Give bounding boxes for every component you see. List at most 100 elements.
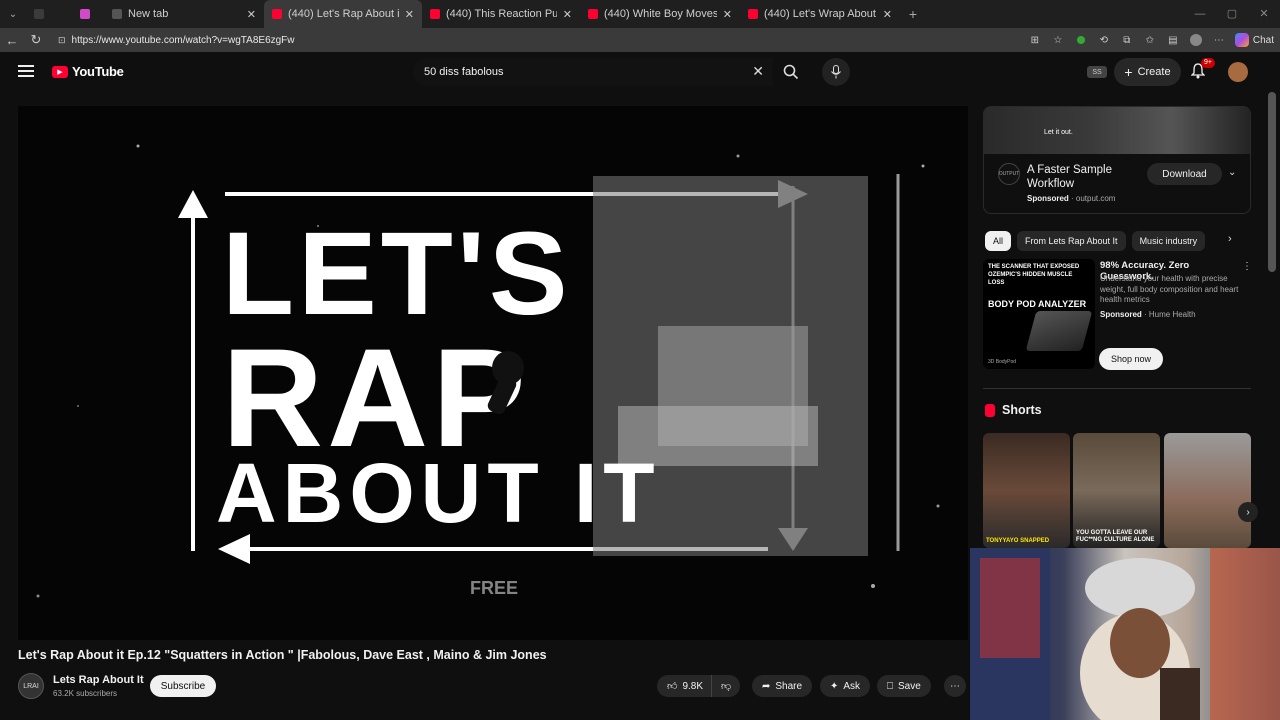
account-avatar[interactable] xyxy=(1228,62,1248,82)
close-window-icon[interactable]: ✕ xyxy=(1248,0,1280,28)
short-thumbnail[interactable]: TONYYAYO SNAPPED xyxy=(983,433,1070,548)
short-thumbnail[interactable] xyxy=(1164,433,1251,548)
extension-green-icon[interactable] xyxy=(1074,33,1088,47)
close-tab-icon[interactable]: ✕ xyxy=(723,8,732,21)
share-button[interactable]: ➦ Share xyxy=(752,675,813,697)
close-tab-icon[interactable]: ✕ xyxy=(563,8,572,21)
like-dislike-group: 👍︎ 9.8K 👎︎ xyxy=(657,675,741,697)
youtube-favicon-icon xyxy=(272,9,282,19)
short-caption: YOU GOTTA LEAVE OUR FUC**NG CULTURE ALON… xyxy=(1076,530,1155,543)
new-tab-plus-icon[interactable]: + xyxy=(900,0,926,28)
browser-toolbar: ← ↻ ⊡ https://www.youtube.com/watch?v=wg… xyxy=(0,28,1280,52)
copilot-icon xyxy=(1234,33,1249,47)
browser-tab[interactable]: (440) White Boy Moves in the Ho ✕ xyxy=(580,0,740,28)
subscribe-button[interactable]: Subscribe xyxy=(150,675,216,697)
video-player[interactable]: LET'S RAP ABOUT IT FREE xyxy=(18,106,968,640)
chip-all[interactable]: All xyxy=(985,231,1012,251)
collections-icon[interactable]: ▤ xyxy=(1166,33,1180,47)
profile-avatar-icon[interactable] xyxy=(1189,33,1203,47)
ad-options-icon[interactable]: ⋮ xyxy=(1242,261,1252,272)
plus-icon: + xyxy=(1124,64,1133,80)
extensions-puzzle-icon[interactable]: ⧉ xyxy=(1120,33,1134,47)
youtube-favicon-icon xyxy=(430,9,440,19)
tab-list-dropdown[interactable]: ⌄ xyxy=(0,0,26,28)
ad-title[interactable]: A Faster Sample Workflow xyxy=(1027,163,1137,191)
more-menu-icon[interactable]: ⋯ xyxy=(1212,33,1226,47)
share-arrow-icon: ➦ xyxy=(762,680,771,692)
close-tab-icon[interactable]: ✕ xyxy=(405,8,414,21)
art-ghost-text: FREE xyxy=(470,578,518,598)
extension-icon[interactable]: ⟲ xyxy=(1097,33,1111,47)
close-tab-icon[interactable]: ✕ xyxy=(247,8,256,21)
close-tab-icon[interactable]: ✕ xyxy=(883,8,892,21)
favorites-icon[interactable]: ✩ xyxy=(1143,33,1157,47)
ad-meta: Sponsored · output.com xyxy=(1027,194,1116,203)
browser-tab[interactable]: (440) Let's Wrap About It: Christm ✕ xyxy=(740,0,900,28)
ad-image-brand: 3D BodyPod xyxy=(988,359,1017,365)
tab-title: New tab xyxy=(128,8,169,20)
maximize-icon[interactable]: ▢ xyxy=(1216,0,1248,28)
chip-music-industry[interactable]: Music industry xyxy=(1131,231,1206,251)
back-arrow-icon[interactable]: ← xyxy=(0,33,24,48)
download-button[interactable]: Download xyxy=(1147,163,1222,185)
like-button[interactable]: 👍︎ 9.8K xyxy=(657,675,712,697)
search-input[interactable]: 50 diss fabolous ✕ xyxy=(413,58,773,86)
ad-image-product: BODY POD ANALYZER xyxy=(988,299,1087,309)
webcam-scene xyxy=(970,548,1280,720)
tab-title: (440) White Boy Moves in the Ho xyxy=(604,8,717,20)
ad-card-output[interactable]: Let it out. OUTPUT A Faster Sample Workf… xyxy=(983,106,1251,214)
short-caption: TONYYAYO SNAPPED xyxy=(986,538,1050,544)
browser-tab-new-tab[interactable]: New tab ✕ xyxy=(104,0,264,28)
install-app-icon[interactable]: ⊞ xyxy=(1028,33,1042,47)
shorts-header: Shorts xyxy=(985,403,1042,417)
search-button[interactable] xyxy=(773,58,809,86)
url-text: https://www.youtube.com/watch?v=wgTA8E6z… xyxy=(71,34,295,46)
clear-search-icon[interactable]: ✕ xyxy=(752,63,764,80)
ad-domain: output.com xyxy=(1075,194,1116,203)
short-thumbnail[interactable]: YOU GOTTA LEAVE OUR FUC**NG CULTURE ALON… xyxy=(1073,433,1160,548)
ad-image-bodypod[interactable]: THE SCANNER THAT EXPOSED OZEMPIC'S HIDDE… xyxy=(983,259,1095,369)
ask-button[interactable]: ✦ Ask xyxy=(820,675,871,697)
ad2-advertiser: Hume Health xyxy=(1148,310,1196,319)
bookmark-star-icon[interactable]: ☆ xyxy=(1051,33,1065,47)
art-line-3: ABOUT IT xyxy=(216,446,661,540)
save-button[interactable]: ⎕ Save xyxy=(877,675,931,697)
shorts-icon xyxy=(985,403,995,417)
page-scrollbar[interactable] xyxy=(1268,92,1276,272)
thumbs-up-icon: 👍︎ xyxy=(667,681,678,692)
channel-name[interactable]: Lets Rap About It xyxy=(53,674,144,686)
site-info-icon[interactable]: ⊡ xyxy=(58,35,66,46)
search-query-text: 50 diss fabolous xyxy=(424,66,504,78)
browser-tab-pinned-2[interactable] xyxy=(72,0,104,28)
browser-tab-pinned[interactable] xyxy=(26,0,72,28)
thumbs-down-icon: 👎︎ xyxy=(721,681,732,692)
voice-search-button[interactable] xyxy=(822,58,850,86)
chevron-right-icon[interactable]: › xyxy=(1228,233,1232,245)
chip-from-channel[interactable]: From Lets Rap About It xyxy=(1017,231,1126,251)
share-label: Share xyxy=(775,680,803,692)
browser-tab-active[interactable]: (440) Let's Rap About it Ep.12 "Sq ✕ xyxy=(264,0,422,28)
dislike-button[interactable]: 👎︎ xyxy=(711,675,741,697)
extension-ss-badge[interactable]: SS xyxy=(1087,66,1107,78)
tab-title: (440) This Reaction Put a YouTube xyxy=(446,8,557,20)
bookmark-icon: ⎕ xyxy=(887,680,893,692)
webcam-overlay xyxy=(970,548,1280,720)
shorts-next-chevron-icon[interactable]: › xyxy=(1238,502,1258,522)
browser-tab[interactable]: (440) This Reaction Put a YouTube ✕ xyxy=(422,0,580,28)
chevron-down-icon[interactable]: ⌄ xyxy=(1228,167,1236,178)
youtube-header: ▶ YouTube 50 diss fabolous ✕ SS + Create… xyxy=(0,52,1280,92)
channel-avatar[interactable]: LRAI xyxy=(18,673,44,699)
hamburger-menu-icon[interactable] xyxy=(18,65,34,77)
youtube-logo[interactable]: ▶ YouTube xyxy=(52,64,124,79)
more-actions-button[interactable]: ⋯ xyxy=(944,675,966,697)
create-button[interactable]: + Create xyxy=(1114,58,1181,86)
copilot-chat-button[interactable]: Chat xyxy=(1234,33,1274,47)
ad-thumbnail[interactable]: Let it out. xyxy=(984,107,1250,154)
save-label: Save xyxy=(898,680,921,692)
shop-now-button[interactable]: Shop now xyxy=(1099,348,1163,370)
save-group: ⎕ Save xyxy=(877,675,931,697)
reload-icon[interactable]: ↻ xyxy=(24,32,48,48)
minimize-icon[interactable]: — xyxy=(1184,0,1216,28)
tab-favicon-icon xyxy=(112,9,122,19)
address-bar[interactable]: ⊡ https://www.youtube.com/watch?v=wgTA8E… xyxy=(52,30,1042,50)
